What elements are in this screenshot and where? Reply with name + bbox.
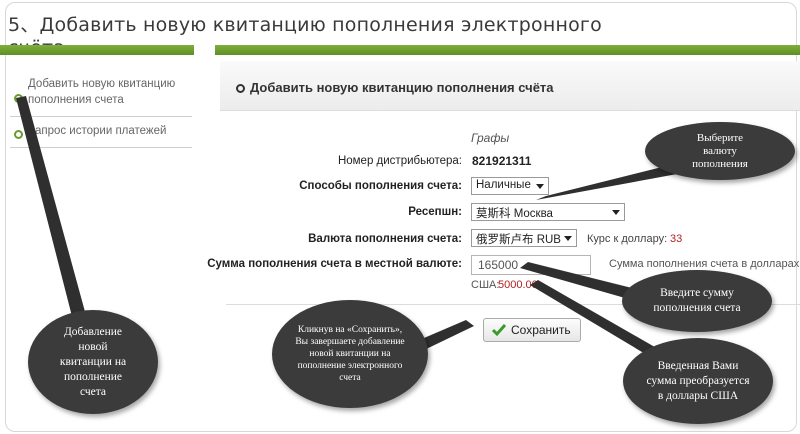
bullet-icon <box>14 94 23 103</box>
chevron-down-icon <box>536 184 544 189</box>
reception-select[interactable]: 莫斯科 Москва <box>471 203 625 221</box>
method-label: Способы пополнения счета: <box>299 180 462 192</box>
usd-amount-label: Сумма пополнения счета в долларах <box>609 258 800 270</box>
sidebar-item-label: Добавить новую квитанцию пополнения счет… <box>28 78 176 106</box>
callout-choose-currency: Выберите валюту пополнения <box>645 122 795 180</box>
reception-label: Ресепшн: <box>408 206 462 218</box>
bullet-icon <box>14 130 23 139</box>
sidebar: Добавить новую квитанцию пополнения счет… <box>10 70 192 148</box>
callout-text: Введите сумму пополнения счета <box>653 287 741 314</box>
usd-value: 5000.00 <box>498 279 538 291</box>
callout-enter-amount: Введите сумму пополнения счета <box>622 270 772 332</box>
method-select[interactable]: Наличные <box>471 177 549 195</box>
save-button-label: Сохранить <box>511 323 571 337</box>
usd-label: США: <box>471 279 500 291</box>
distributor-value: 821921311 <box>472 154 532 168</box>
sidebar-header-bar <box>0 45 194 55</box>
reception-select-value: 莫斯科 Москва <box>476 208 553 220</box>
save-button[interactable]: Сохранить <box>483 318 581 342</box>
chevron-down-icon <box>612 210 620 215</box>
amount-input[interactable] <box>471 255 591 275</box>
circle-icon <box>236 84 245 93</box>
chevron-down-icon <box>564 236 572 241</box>
distributor-label: Номер дистрибьютера: <box>337 155 462 167</box>
name-value: Графы <box>471 131 510 145</box>
rate-label: Курс к доллару: <box>587 233 668 245</box>
checkmark-icon <box>492 324 506 337</box>
callout-text: Кликнув на «Сохранить», Вы завершаете до… <box>295 325 405 383</box>
panel-title: Добавить новую квитанцию пополнения счёт… <box>250 80 554 95</box>
amount-label: Сумма пополнения счета в местной валюте: <box>207 258 462 270</box>
callout-text: Введенная Вами сумма преобразуется в дол… <box>646 359 750 402</box>
method-select-value: Наличные <box>476 179 531 191</box>
callout-converted: Введенная Вами сумма преобразуется в дол… <box>623 338 773 424</box>
panel-header: Добавить новую квитанцию пополнения счёт… <box>220 61 800 111</box>
sidebar-item-payment-history[interactable]: Запрос истории платежей <box>10 117 192 148</box>
currency-select-value: 俄罗斯卢布 RUB <box>476 234 561 246</box>
callout-text: Добавление новой квитанции на пополнение… <box>59 325 127 398</box>
rate-value: 33 <box>670 233 683 245</box>
callout-add-new: Добавление новой квитанции на пополнение… <box>28 310 158 414</box>
callout-text: Выберите валюту пополнения <box>692 131 748 170</box>
currency-select[interactable]: 俄罗斯卢布 RUB <box>471 229 577 247</box>
sidebar-item-label: Запрос истории платежей <box>28 125 167 137</box>
callout-save-note: Кликнув на «Сохранить», Вы завершаете до… <box>272 300 428 408</box>
currency-label: Валюта пополнения счета: <box>308 233 462 245</box>
main-header-bar <box>215 45 800 55</box>
sidebar-item-add-receipt[interactable]: Добавить новую квитанцию пополнения счет… <box>10 70 192 117</box>
